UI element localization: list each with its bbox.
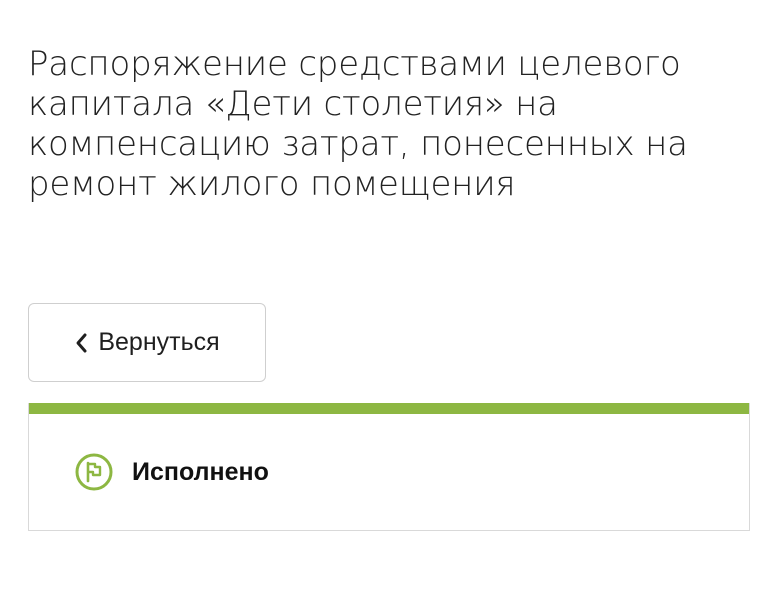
status-label: Исполнено <box>132 457 269 486</box>
status-row: Исполнено <box>74 452 269 492</box>
flag-icon <box>74 452 114 492</box>
status-bar <box>29 403 749 414</box>
page-title: Распоряжение средствами целевого капитал… <box>28 44 688 204</box>
status-card: Исполнено <box>28 403 750 531</box>
back-button-label: Вернуться <box>98 328 220 356</box>
back-button[interactable]: Вернуться <box>28 303 266 382</box>
chevron-left-icon <box>74 332 88 354</box>
